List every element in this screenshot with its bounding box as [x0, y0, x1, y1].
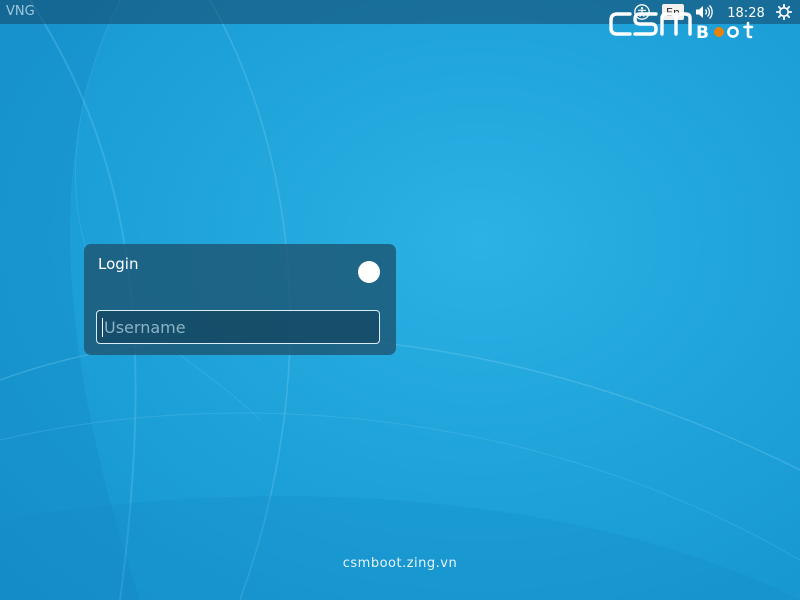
svg-text:B: B	[696, 23, 709, 40]
login-title: Login	[98, 255, 139, 273]
footer-url: csmboot.zing.vn	[342, 556, 458, 571]
csmboot-logo: B	[609, 12, 754, 40]
text-caret	[102, 318, 103, 337]
username-input[interactable]	[96, 310, 380, 344]
login-panel: Login	[84, 244, 396, 355]
login-screen: VNG En 18:28 B Login Username csmboot.zi…	[0, 0, 800, 600]
power-icon-glyph	[776, 4, 792, 20]
power-icon[interactable]	[774, 3, 794, 21]
host-label: VNG	[6, 4, 35, 19]
session-toggle-icon[interactable]	[358, 261, 380, 283]
